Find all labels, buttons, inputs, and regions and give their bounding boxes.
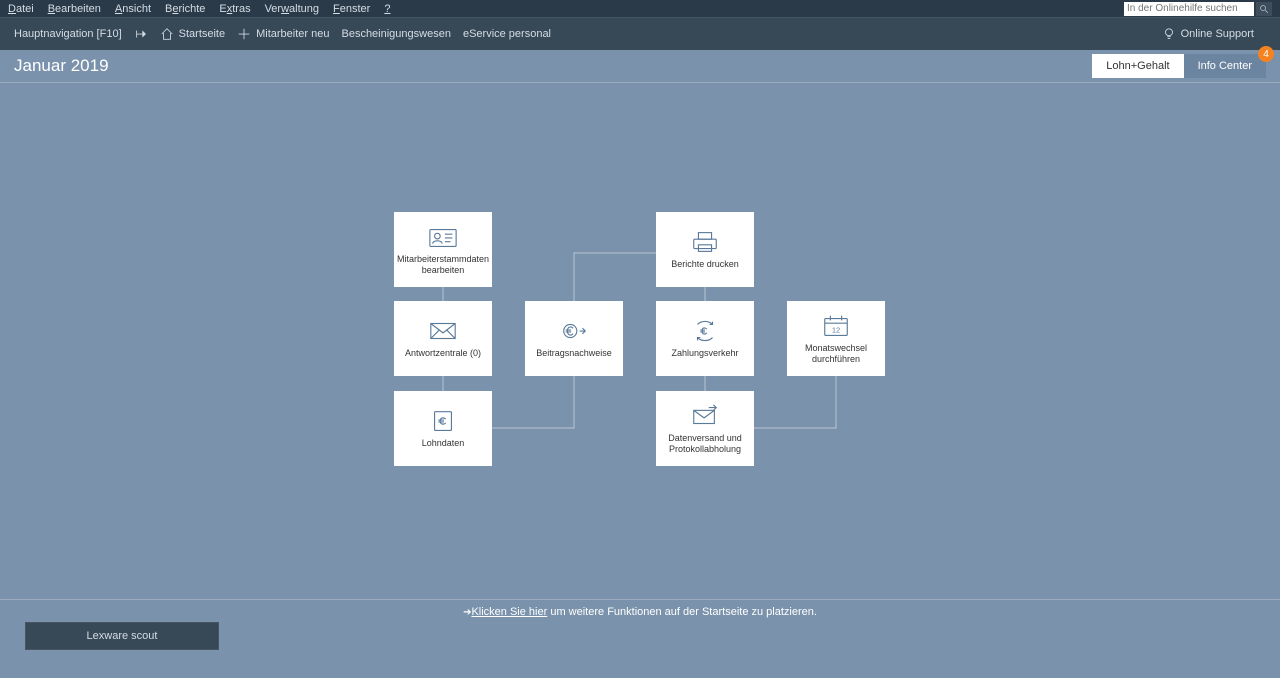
id-card-icon <box>428 224 458 250</box>
menu-view[interactable]: Ansicht <box>115 3 151 15</box>
page-header: Januar 2019 Lohn+Gehalt Info Center 4 <box>0 50 1280 83</box>
page-title: Januar 2019 <box>14 56 109 76</box>
svg-text:12: 12 <box>832 325 840 334</box>
toolbar: Hauptnavigation [F10] Startseite Mitarbe… <box>0 17 1280 50</box>
search-icon <box>1259 4 1269 14</box>
support-label: Online Support <box>1181 28 1254 40</box>
card-data-transfer[interactable]: Datenversand und Protokollabholung <box>656 391 754 466</box>
card-label: Mitarbeiterstammdaten bearbeiten <box>397 254 489 276</box>
home-button[interactable]: Startseite <box>160 27 225 41</box>
card-label: Monatswechsel durchführen <box>791 343 881 365</box>
add-label: Mitarbeiter neu <box>256 28 329 40</box>
add-employee-button[interactable]: Mitarbeiter neu <box>237 27 329 41</box>
printer-icon <box>690 229 720 255</box>
card-label: Beitragsnachweise <box>536 348 612 359</box>
card-month-change[interactable]: 12 Monatswechsel durchführen <box>787 301 885 376</box>
tab-info-center[interactable]: Info Center <box>1184 54 1266 78</box>
menu-file[interactable]: Datei <box>8 3 34 15</box>
menu-admin[interactable]: Verwaltung <box>265 3 319 15</box>
card-label: Lohndaten <box>422 438 465 449</box>
workflow-canvas: Mitarbeiterstammdaten bearbeiten Bericht… <box>0 83 1280 623</box>
connector-lines <box>0 83 1280 623</box>
menubar: Datei Bearbeiten Ansicht Berichte Extras… <box>0 0 1280 17</box>
support-button[interactable]: Online Support <box>1162 27 1254 41</box>
card-label: Antwortzentrale (0) <box>405 348 481 359</box>
card-label: Berichte drucken <box>671 259 739 270</box>
card-label: Zahlungsverkehr <box>671 348 738 359</box>
home-icon <box>160 27 174 41</box>
main-nav-toggle[interactable]: Hauptnavigation [F10] <box>14 28 122 40</box>
help-search-input[interactable] <box>1124 2 1254 16</box>
menu-edit[interactable]: Bearbeiten <box>48 3 101 15</box>
home-label: Startseite <box>179 28 225 40</box>
footer-rest: um weitere Funktionen auf der Startseite… <box>547 606 817 618</box>
card-wage-data[interactable]: Lohndaten <box>394 391 492 466</box>
card-employee-master[interactable]: Mitarbeiterstammdaten bearbeiten <box>394 212 492 287</box>
footer-link[interactable]: Klicken Sie hier <box>471 606 547 618</box>
menu-window[interactable]: Fenster <box>333 3 370 15</box>
help-search-button[interactable] <box>1256 2 1272 16</box>
menu-reports[interactable]: Berichte <box>165 3 205 15</box>
euro-doc-icon <box>428 408 458 434</box>
card-contribution-proof[interactable]: Beitragsnachweise <box>525 301 623 376</box>
card-label: Datenversand und Protokollabholung <box>660 433 750 455</box>
euro-cycle-icon <box>690 318 720 344</box>
card-payments[interactable]: Zahlungsverkehr <box>656 301 754 376</box>
view-tabs: Lohn+Gehalt Info Center 4 <box>1092 54 1266 78</box>
pin-icon <box>134 27 148 41</box>
menu-help[interactable]: ? <box>384 3 390 15</box>
cert-button[interactable]: Bescheinigungswesen <box>341 28 450 40</box>
eservice-button[interactable]: eService personal <box>463 28 551 40</box>
card-response-center[interactable]: Antwortzentrale (0) <box>394 301 492 376</box>
bulb-icon <box>1162 27 1176 41</box>
envelope-icon <box>428 318 458 344</box>
euro-arrow-icon <box>559 318 589 344</box>
footer-hint: ➔Klicken Sie hier um weitere Funktionen … <box>0 599 1280 618</box>
card-print-reports[interactable]: Berichte drucken <box>656 212 754 287</box>
menu-extras[interactable]: Extras <box>219 3 250 15</box>
pin-button[interactable] <box>134 27 148 41</box>
send-icon <box>690 403 720 429</box>
tab-lohn-gehalt[interactable]: Lohn+Gehalt <box>1092 54 1183 78</box>
calendar-icon: 12 <box>821 313 851 339</box>
lexware-scout-button[interactable]: Lexware scout <box>25 622 219 650</box>
plus-icon <box>237 27 251 41</box>
info-center-badge: 4 <box>1258 46 1274 62</box>
